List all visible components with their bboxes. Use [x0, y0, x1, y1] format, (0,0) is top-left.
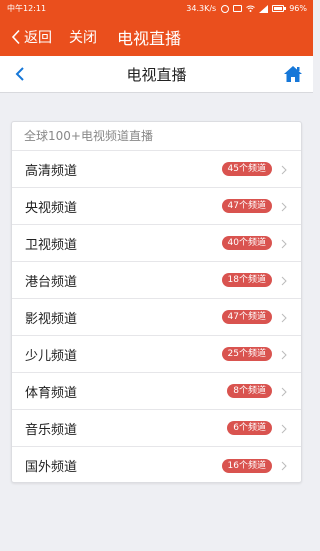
chevron-right-icon	[281, 165, 287, 175]
channel-list: 高清频道 45个频道 央视频道 47个频道 卫视频道 40个频道 港台频道 18…	[12, 151, 301, 484]
chevron-left-icon	[11, 29, 20, 44]
chevron-right-icon	[281, 276, 287, 286]
channel-count-badge: 45个频道	[221, 162, 272, 176]
nav-bar: 电视直播	[0, 56, 313, 93]
channel-count-badge: 40个频道	[221, 236, 272, 250]
back-label: 返回	[24, 29, 52, 46]
status-right: 34.3K/s 96%	[186, 4, 307, 13]
channel-count-badge: 25个频道	[221, 347, 272, 361]
channel-row-hk-tw[interactable]: 港台频道 18个频道	[12, 262, 301, 299]
chevron-right-icon	[281, 202, 287, 212]
alarm-icon	[221, 4, 230, 13]
channel-row-foreign[interactable]: 国外频道 16个频道	[12, 447, 301, 484]
channel-name: 影视频道	[25, 311, 78, 327]
channel-row-hd[interactable]: 高清频道 45个频道	[12, 151, 301, 188]
channel-row-movies[interactable]: 影视频道 47个频道	[12, 299, 301, 336]
channel-count-badge: 47个频道	[221, 199, 272, 213]
chevron-right-icon	[281, 239, 287, 249]
wifi-icon	[246, 5, 256, 12]
chevron-right-icon	[281, 387, 287, 397]
app-bar: 返回 关闭 电视直播	[0, 17, 313, 56]
card-header: 全球100+电视频道直播	[12, 122, 301, 151]
silent-icon	[233, 5, 243, 12]
channel-row-cctv[interactable]: 央视频道 47个频道	[12, 188, 301, 225]
app-title: 电视直播	[117, 28, 182, 48]
status-icons	[221, 4, 287, 13]
channel-name: 国外频道	[25, 460, 78, 475]
channel-count-badge: 16个频道	[221, 458, 272, 473]
chevron-right-icon	[281, 461, 287, 471]
close-button[interactable]: 关闭	[69, 27, 97, 47]
channel-row-sports[interactable]: 体育频道 8个频道	[12, 373, 301, 410]
battery-percent: 96%	[289, 4, 307, 13]
battery-icon	[272, 5, 287, 12]
channel-name: 体育频道	[25, 385, 78, 401]
page-title: 电视直播	[126, 66, 187, 84]
channel-row-kids[interactable]: 少儿频道 25个频道	[12, 336, 301, 373]
chevron-right-icon	[281, 424, 287, 434]
channel-name: 高清频道	[25, 163, 78, 179]
channel-name: 港台频道	[25, 274, 78, 290]
channel-name: 央视频道	[25, 200, 78, 216]
channel-name: 音乐频道	[25, 422, 78, 438]
channel-count-badge: 47个频道	[221, 310, 272, 324]
status-bar: 中午12:11 34.3K/s 96%	[0, 0, 313, 17]
signal-icon	[259, 4, 269, 13]
channel-count-badge: 8个频道	[227, 384, 272, 398]
channel-row-satellite[interactable]: 卫视频道 40个频道	[12, 225, 301, 262]
network-speed: 34.3K/s	[186, 4, 217, 13]
home-icon[interactable]	[283, 65, 303, 83]
chevron-right-icon	[281, 350, 287, 360]
back-button[interactable]: 返回	[10, 27, 52, 47]
status-time: 中午12:11	[7, 4, 47, 13]
chevron-right-icon	[281, 313, 287, 323]
channel-count-badge: 6个频道	[227, 421, 272, 435]
channel-row-music[interactable]: 音乐频道 6个频道	[12, 410, 301, 447]
channel-name: 卫视频道	[25, 237, 78, 253]
channel-name: 少儿频道	[25, 348, 78, 364]
channel-count-badge: 18个频道	[221, 273, 272, 287]
channel-card: 全球100+电视频道直播 高清频道 45个频道 央视频道 47个频道 卫视频道 …	[11, 121, 302, 483]
